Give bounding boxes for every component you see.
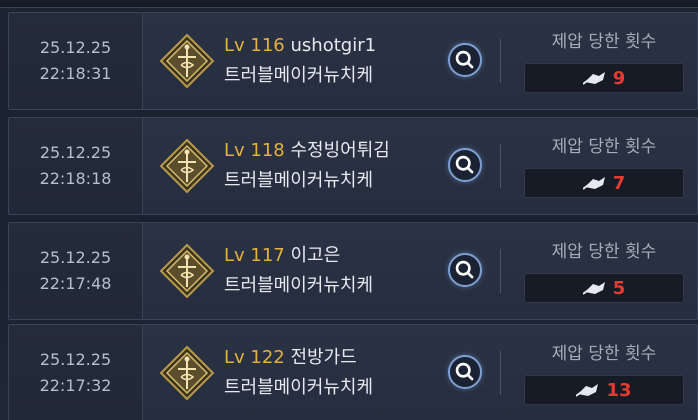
subdue-count-box: 5 [524, 273, 684, 303]
subdue-count-value: 9 [612, 67, 626, 89]
record-date: 25.12.25 [39, 38, 112, 57]
player-guild: 트러블메이커뉴치케 [224, 377, 374, 398]
record-time: 22:18:18 [39, 169, 112, 188]
player-info: Lv 116 ushotgir1 트러블메이커뉴치케 [224, 31, 444, 91]
record-datetime: 25.12.25 22:17:32 [9, 325, 143, 420]
player-guild: 트러블메이커뉴치케 [224, 275, 374, 296]
player-name: 전방가드 [290, 347, 357, 368]
player-guild: 트러블메이커뉴치케 [224, 170, 374, 191]
record-time: 22:17:32 [39, 376, 112, 395]
player-info: Lv 117 이고은 트러블메이커뉴치케 [224, 241, 444, 301]
subdue-count-value: 5 [612, 277, 626, 299]
player-level: Lv 116 [224, 35, 285, 56]
subdue-icon [582, 72, 605, 85]
subdue-count-box: 7 [524, 168, 684, 198]
player-level: Lv 117 [224, 245, 285, 266]
record-datetime: 25.12.25 22:18:31 [9, 13, 143, 109]
record-time: 22:17:48 [39, 274, 112, 293]
column-divider [500, 144, 501, 188]
record-datetime: 25.12.25 22:17:48 [9, 223, 143, 319]
record-time: 22:18:31 [39, 64, 112, 83]
column-divider [500, 351, 501, 395]
subdue-icon [582, 282, 605, 295]
search-icon[interactable] [448, 148, 482, 182]
subdue-icon [576, 384, 599, 397]
subdue-icon [582, 177, 605, 190]
column-divider [500, 249, 501, 293]
record-row[interactable]: 25.12.25 22:18:18 Lv 118 수정빙어튀김 트러블메이커뉴치… [8, 117, 698, 215]
search-icon[interactable] [448, 355, 482, 389]
class-emblem-icon [159, 243, 215, 299]
subdue-count-value: 7 [612, 172, 626, 194]
class-emblem-icon [159, 138, 215, 194]
column-divider [500, 39, 501, 83]
record-date: 25.12.25 [39, 143, 112, 162]
subdue-count-label: 제압 당한 횟수 [551, 32, 657, 52]
player-info: Lv 118 수정빙어튀김 트러블메이커뉴치케 [224, 136, 444, 196]
record-datetime: 25.12.25 22:18:18 [9, 118, 143, 214]
player-name: 수정빙어튀김 [290, 140, 390, 161]
search-icon[interactable] [448, 253, 482, 287]
record-row[interactable]: 25.12.25 22:18:31 Lv 116 ushotgir1 트러블메이… [8, 12, 698, 110]
search-icon[interactable] [448, 43, 482, 77]
player-level: Lv 118 [224, 140, 285, 161]
subdue-count-label: 제압 당한 횟수 [551, 137, 657, 157]
subdue-count-box: 9 [524, 63, 684, 93]
player-name: ushotgir1 [290, 35, 377, 56]
record-date: 25.12.25 [39, 248, 112, 267]
record-row[interactable]: 25.12.25 22:17:48 Lv 117 이고은 트러블메이커뉴치케 제… [8, 222, 698, 320]
record-date: 25.12.25 [39, 350, 112, 369]
subdue-count-box: 13 [524, 375, 684, 405]
subdue-record-list: 25.12.25 22:18:31 Lv 116 ushotgir1 트러블메이… [0, 0, 698, 420]
subdue-count-label: 제압 당한 횟수 [551, 242, 657, 262]
record-row[interactable]: 25.12.25 22:17:32 Lv 122 전방가드 트러블메이커뉴치케 … [8, 324, 698, 420]
class-emblem-icon [159, 33, 215, 89]
player-info: Lv 122 전방가드 트러블메이커뉴치케 [224, 343, 444, 403]
player-level: Lv 122 [224, 347, 285, 368]
player-guild: 트러블메이커뉴치케 [224, 65, 374, 86]
player-name: 이고은 [290, 245, 341, 266]
subdue-count-label: 제압 당한 횟수 [551, 344, 657, 364]
class-emblem-icon [159, 345, 215, 401]
subdue-count-value: 13 [606, 379, 632, 401]
